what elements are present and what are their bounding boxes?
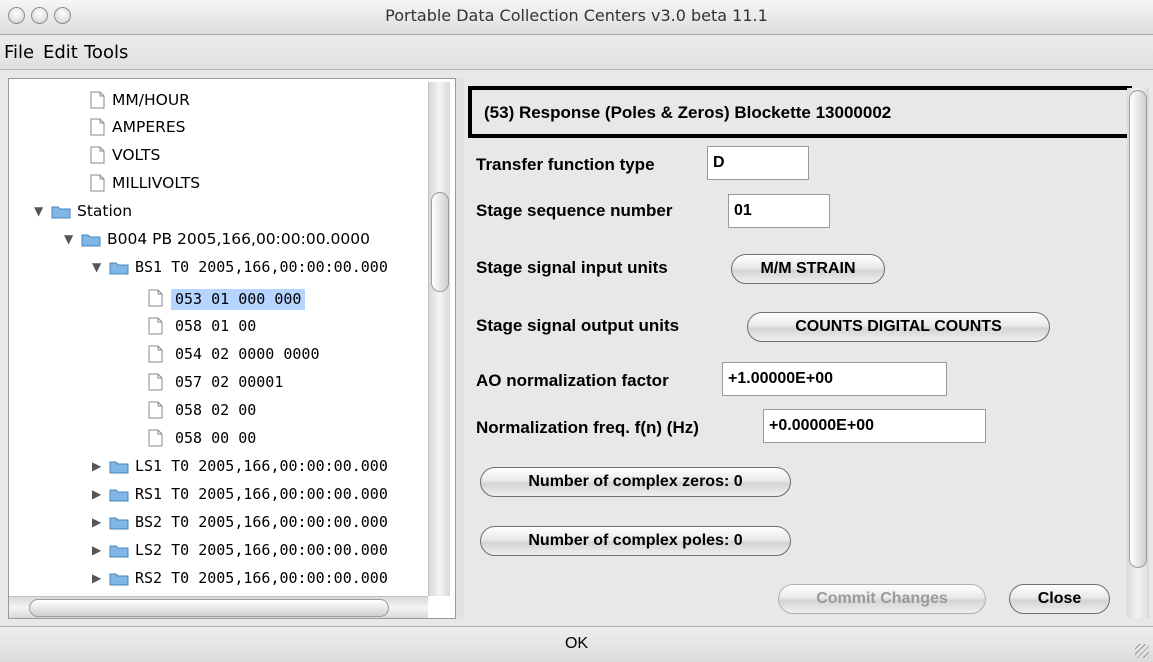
tree-node-label: BS1 T0 2005,166,00:00:00.000 bbox=[135, 258, 388, 276]
collapse-triangle-icon[interactable]: ▶ bbox=[92, 459, 106, 473]
window-title: Portable Data Collection Centers v3.0 be… bbox=[385, 6, 768, 25]
document-icon bbox=[148, 345, 163, 363]
output-units-button[interactable]: COUNTS DIGITAL COUNTS bbox=[747, 312, 1050, 342]
document-icon bbox=[148, 373, 163, 391]
ao-normalization-field[interactable]: +1.00000E+00 bbox=[722, 362, 947, 396]
status-bar: OK bbox=[0, 626, 1153, 662]
tree-node-label: 058 00 00 bbox=[175, 429, 257, 447]
tree-node-label: 057 02 00001 bbox=[175, 373, 284, 391]
scrollbar-thumb[interactable] bbox=[1129, 90, 1147, 568]
form-vertical-scrollbar[interactable] bbox=[1127, 88, 1149, 618]
expand-triangle-icon[interactable]: ▼ bbox=[92, 260, 106, 274]
menu-tools[interactable]: Tools bbox=[84, 42, 128, 63]
normalization-frequency-label: Normalization freq. f(n) (Hz) bbox=[476, 418, 699, 437]
document-icon bbox=[148, 429, 163, 447]
status-text: OK bbox=[564, 635, 589, 652]
form-header: (53) Response (Poles & Zeros) Blockette … bbox=[468, 86, 1132, 138]
complex-zeros-button[interactable]: Number of complex zeros: 0 bbox=[480, 467, 791, 497]
folder-icon bbox=[81, 234, 101, 247]
scrollbar-thumb[interactable] bbox=[29, 599, 389, 617]
tree-node-label: MM/HOUR bbox=[112, 91, 190, 109]
commit-changes-button[interactable]: Commit Changes bbox=[778, 584, 986, 614]
menu-bar: File Edit Tools bbox=[0, 36, 1153, 70]
folder-icon bbox=[109, 461, 129, 474]
expand-triangle-icon[interactable]: ▼ bbox=[34, 204, 48, 218]
transfer-function-label: Transfer function type bbox=[476, 155, 655, 174]
complex-poles-button[interactable]: Number of complex poles: 0 bbox=[480, 526, 791, 556]
split-pane-divider[interactable] bbox=[456, 78, 464, 619]
menu-file[interactable]: File bbox=[4, 42, 34, 63]
resize-grip-icon[interactable] bbox=[1135, 644, 1149, 658]
folder-icon bbox=[51, 206, 71, 219]
close-button[interactable]: Close bbox=[1009, 584, 1110, 614]
tree-node-label: VOLTS bbox=[112, 146, 161, 164]
folder-icon bbox=[109, 573, 129, 586]
folder-icon bbox=[109, 489, 129, 502]
tree-node-label: 058 02 00 bbox=[175, 401, 257, 419]
tree-vertical-scrollbar[interactable] bbox=[428, 82, 450, 596]
tree-node-label: RS2 T0 2005,166,00:00:00.000 bbox=[135, 569, 388, 587]
tree-node-label: LS2 T0 2005,166,00:00:00.000 bbox=[135, 541, 388, 559]
tree-node-label: LS1 T0 2005,166,00:00:00.000 bbox=[135, 457, 388, 475]
title-bar: Portable Data Collection Centers v3.0 be… bbox=[0, 0, 1153, 35]
stage-sequence-label: Stage sequence number bbox=[476, 201, 673, 220]
ao-normalization-label: AO normalization factor bbox=[476, 371, 669, 390]
folder-icon bbox=[109, 262, 129, 275]
collapse-triangle-icon[interactable]: ▶ bbox=[92, 571, 106, 585]
input-units-label: Stage signal input units bbox=[476, 258, 668, 277]
tree-node-label: 054 02 0000 0000 bbox=[175, 345, 320, 363]
tree-node-label: RS1 T0 2005,166,00:00:00.000 bbox=[135, 485, 388, 503]
stage-sequence-field[interactable]: 01 bbox=[728, 194, 830, 228]
normalization-frequency-field[interactable]: +0.00000E+00 bbox=[763, 409, 986, 443]
document-icon bbox=[90, 91, 105, 109]
tree-node-label: AMPERES bbox=[112, 118, 186, 136]
input-units-button[interactable]: M/M STRAIN bbox=[731, 254, 885, 284]
blockette-form: (53) Response (Poles & Zeros) Blockette … bbox=[464, 78, 1153, 619]
document-icon bbox=[148, 317, 163, 335]
form-header-title: (53) Response (Poles & Zeros) Blockette … bbox=[484, 103, 892, 122]
folder-icon bbox=[109, 545, 129, 558]
menu-edit[interactable]: Edit bbox=[43, 42, 78, 63]
document-icon bbox=[148, 289, 163, 307]
scrollbar-thumb[interactable] bbox=[431, 192, 449, 292]
collapse-triangle-icon[interactable]: ▶ bbox=[92, 543, 106, 557]
collapse-triangle-icon[interactable]: ▶ bbox=[92, 515, 106, 529]
tree-node-label: MILLIVOLTS bbox=[112, 174, 201, 192]
collapse-triangle-icon[interactable]: ▶ bbox=[92, 487, 106, 501]
tree-horizontal-scrollbar[interactable] bbox=[9, 596, 428, 618]
document-icon bbox=[148, 401, 163, 419]
expand-triangle-icon[interactable]: ▼ bbox=[64, 232, 78, 246]
tree-node-label: B004 PB 2005,166,00:00:00.0000 bbox=[107, 230, 370, 248]
tree-node-label: BS2 T0 2005,166,00:00:00.000 bbox=[135, 513, 388, 531]
tree-node-label: Station bbox=[77, 202, 133, 220]
folder-icon bbox=[109, 517, 129, 530]
document-icon bbox=[90, 118, 105, 136]
document-icon bbox=[90, 146, 105, 164]
document-icon bbox=[90, 174, 105, 192]
tree-node-label: 058 01 00 bbox=[175, 317, 257, 335]
output-units-label: Stage signal output units bbox=[476, 316, 680, 335]
tree-node-label-selected: 053 01 000 000 bbox=[171, 289, 306, 310]
transfer-function-field[interactable]: D bbox=[707, 146, 809, 180]
